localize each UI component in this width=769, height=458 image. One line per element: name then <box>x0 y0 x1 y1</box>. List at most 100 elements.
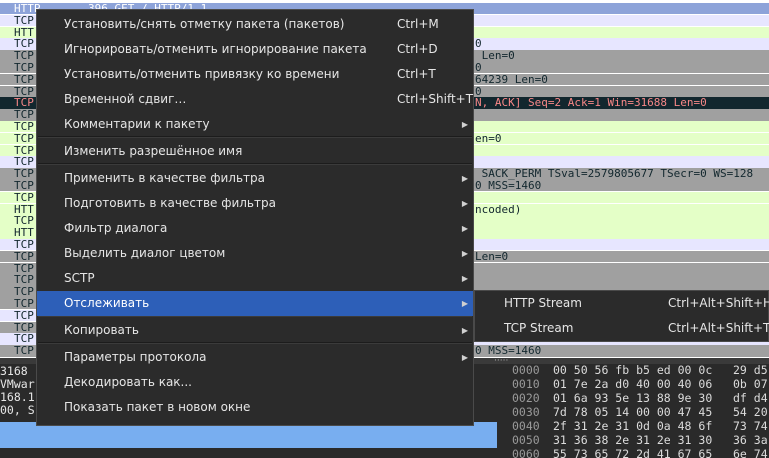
packet-proto: TCP <box>14 286 34 298</box>
menu-item-label: Показать пакет в новом окне <box>64 400 251 414</box>
packet-bytes-pane[interactable]: 0000 00 50 56 fb b5 ed 00 0c 29 d5 0010 01 7… <box>505 364 769 458</box>
menu-item[interactable]: Комментарии к пакету ▶ <box>37 112 473 137</box>
bytes-line: 0000 00 50 56 fb b5 ed 00 0c 29 d5 <box>505 364 769 377</box>
bytes-line: 0050 31 36 38 2e 31 2e 31 30 36 3a <box>505 434 769 447</box>
menu-item-label: Подготовить в качестве фильтра <box>64 196 276 210</box>
packet-rest: 0 <box>475 62 482 74</box>
menu-item-label: Отслеживать <box>64 296 150 310</box>
submenu-arrow-icon: ▶ <box>461 353 468 362</box>
menu-item-label: Изменить разрешённое имя <box>64 144 243 158</box>
packet-proto: TCP <box>14 156 34 168</box>
bytes-off: 0030 <box>512 405 540 419</box>
packet-proto: TCP <box>14 144 34 156</box>
menu-item[interactable]: Показать пакет в новом окне <box>37 395 473 420</box>
packet-rest: 0 MSS=1460 <box>475 180 542 192</box>
menu-item[interactable]: Изменить разрешённое имя <box>37 139 473 164</box>
menu-item-label: Применить в качестве фильтра <box>64 171 265 185</box>
menu-item[interactable]: Выделить диалог цветом ▶ <box>37 241 473 266</box>
packet-proto: TCP <box>14 62 34 74</box>
packet-proto: TCP <box>14 309 34 322</box>
packet-proto: HTT <box>14 26 34 38</box>
menu-item[interactable]: Параметры протокола ▶ <box>37 345 473 370</box>
packet-rest: 64239 Len=0 <box>475 73 548 86</box>
packet-proto: TCP <box>14 333 34 345</box>
menu-item[interactable]: Фильтр диалога ▶ <box>37 216 473 241</box>
packet-proto: TCP <box>14 121 34 133</box>
bytes-off: 0010 <box>512 377 540 391</box>
bytes-hex: 7d 78 05 14 00 00 47 45 <box>553 405 713 419</box>
submenu-arrow-icon: ▶ <box>461 299 468 308</box>
packet-proto: TCP <box>14 85 34 97</box>
menu-item-shortcut: Ctrl+T <box>397 67 436 81</box>
submenu-arrow-icon: ▶ <box>461 199 468 208</box>
menu-item[interactable]: Декодировать как... <box>37 370 473 395</box>
submenu-item-label: HTTP Stream <box>504 296 582 310</box>
bytes-off: 0040 <box>512 419 540 433</box>
bytes-line: 0060 55 73 65 72 2d 41 67 65 6e 74 <box>505 448 769 458</box>
bytes-hex: 01 7e 2a d0 40 00 40 06 <box>553 377 713 391</box>
bytes-hex: 00 50 56 fb b5 ed 00 0c <box>553 364 713 377</box>
packet-proto: TCP <box>14 180 34 192</box>
packet-proto: TCP <box>14 191 34 204</box>
packet-context-menu: Установить/снять отметку пакета (пакетов… <box>36 9 474 426</box>
packet-rest: Len=0 <box>475 250 509 263</box>
submenu-arrow-icon: ▶ <box>461 274 468 283</box>
bytes-hex: 31 36 38 2e 31 2e 31 30 <box>553 433 713 447</box>
menu-item-label: Установить/снять отметку пакета (пакетов… <box>64 17 345 31</box>
bytes-hex: 55 73 65 72 2d 41 67 65 <box>553 447 713 458</box>
packet-proto: TCP <box>14 132 34 145</box>
submenu-item[interactable]: HTTP Stream Ctrl+Alt+Shift+H <box>475 291 769 316</box>
bytes-asc: df d4 <box>733 391 768 405</box>
submenu-arrow-icon: ▶ <box>461 120 468 129</box>
bytes-line: 0030 7d 78 05 14 00 00 47 45 54 20 <box>505 406 769 419</box>
packet-rest: ncoded) <box>475 203 522 215</box>
bytes-line: 0020 01 6a 93 5e 13 88 9e 30 df d4 <box>505 392 769 405</box>
bytes-off: 0000 <box>512 364 540 377</box>
packet-proto: TCP <box>14 14 34 27</box>
menu-item-shortcut: Ctrl+M <box>397 17 439 31</box>
menu-item[interactable]: Отслеживать ▶ <box>37 291 473 316</box>
submenu-item[interactable]: TCP Stream Ctrl+Alt+Shift+T <box>475 316 769 341</box>
follow-submenu: HTTP Stream Ctrl+Alt+Shift+H TCP Stream Ctr… <box>474 290 769 342</box>
packet-proto: TCP <box>14 298 34 310</box>
bytes-asc: 29 d5 <box>733 364 768 377</box>
submenu-arrow-icon: ▶ <box>461 249 468 258</box>
menu-item[interactable]: Игнорировать/отменить игнорирование паке… <box>37 37 473 62</box>
bytes-off: 0050 <box>512 433 540 447</box>
menu-item-label: Выделить диалог цветом <box>64 246 226 260</box>
menu-item-label: Копировать <box>64 323 139 337</box>
submenu-arrow-icon: ▶ <box>461 174 468 183</box>
packet-proto: TCP <box>14 215 34 227</box>
packet-rest: 0 <box>475 38 482 50</box>
bytes-asc: 36 3a <box>733 433 768 447</box>
menu-item-label: Параметры протокола <box>64 350 207 364</box>
menu-item-label: Фильтр диалога <box>64 221 168 235</box>
bytes-off: 0020 <box>512 391 540 405</box>
packet-proto: TCP <box>14 262 34 274</box>
bytes-off: 0060 <box>512 447 540 458</box>
bytes-asc: 6e 74 <box>733 447 768 458</box>
menu-item[interactable]: Копировать ▶ <box>37 318 473 343</box>
menu-item[interactable]: Применить в качестве фильтра ▶ <box>37 166 473 191</box>
menu-item-shortcut: Ctrl+D <box>397 42 438 56</box>
packet-proto: TCP <box>14 250 34 263</box>
packet-proto: HTT <box>14 203 34 215</box>
bytes-asc: 0b 07 <box>733 377 768 391</box>
packet-proto: TCP <box>14 38 34 50</box>
menu-item[interactable]: Подготовить в качестве фильтра ▶ <box>37 191 473 216</box>
menu-item[interactable]: SCTP ▶ <box>37 266 473 291</box>
submenu-arrow-icon: ▶ <box>461 224 468 233</box>
menu-item[interactable]: Установить/отменить привязку ко времени C… <box>37 62 473 87</box>
menu-item-label: Временной сдвиг… <box>64 92 187 106</box>
menu-item-label: Комментарии к пакету <box>64 117 210 131</box>
menu-item-label: Декодировать как... <box>64 375 192 389</box>
menu-item[interactable]: Установить/снять отметку пакета (пакетов… <box>37 12 473 37</box>
details-line[interactable]: 00, S <box>0 404 35 417</box>
bytes-line: 0010 01 7e 2a d0 40 00 40 06 0b 07 <box>505 378 769 391</box>
packet-rest: SACK_PERM TSval=2579805677 TSecr=0 WS=12… <box>475 168 754 180</box>
menu-item[interactable]: Временной сдвиг… Ctrl+Shift+T <box>37 87 473 112</box>
menu-item-shortcut: Ctrl+Shift+T <box>397 92 474 106</box>
submenu-item-shortcut: Ctrl+Alt+Shift+T <box>668 321 769 335</box>
menu-item-label: SCTP <box>64 271 95 285</box>
packet-proto: TCP <box>14 73 34 86</box>
